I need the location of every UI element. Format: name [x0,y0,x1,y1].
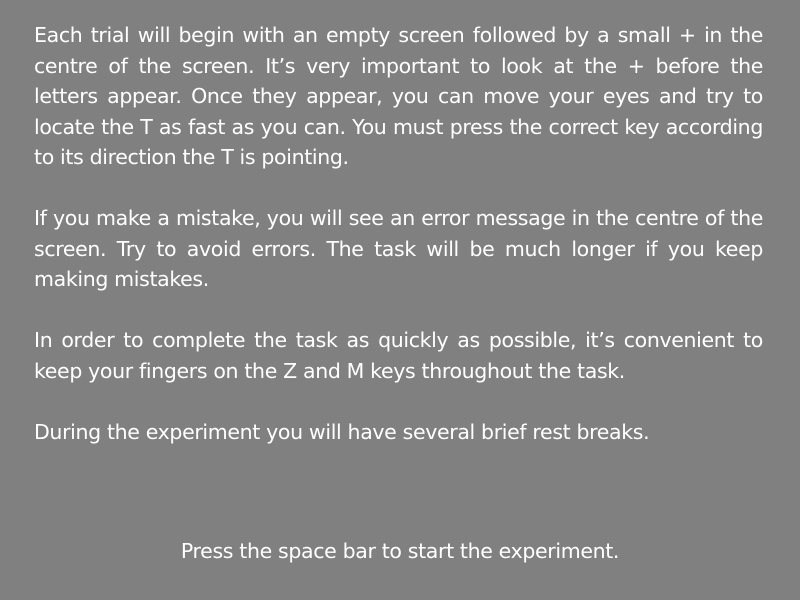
start-prompt: Press the space bar to start the experim… [180,539,620,563]
instruction-paragraph-key-placement: In order to complete the task as quickly… [34,328,763,383]
instruction-paragraph-trial-procedure: Each trial will begin with an empty scre… [34,23,763,169]
instruction-paragraph-rest-breaks: During the experiment you will have seve… [34,419,650,444]
instruction-paragraph-errors: If you make a mistake, you will see an e… [34,206,763,291]
experiment-instruction-screen: Each trial will begin with an empty scre… [0,0,800,600]
instructions-text-block: Each trial will begin with an empty scre… [34,20,763,447]
